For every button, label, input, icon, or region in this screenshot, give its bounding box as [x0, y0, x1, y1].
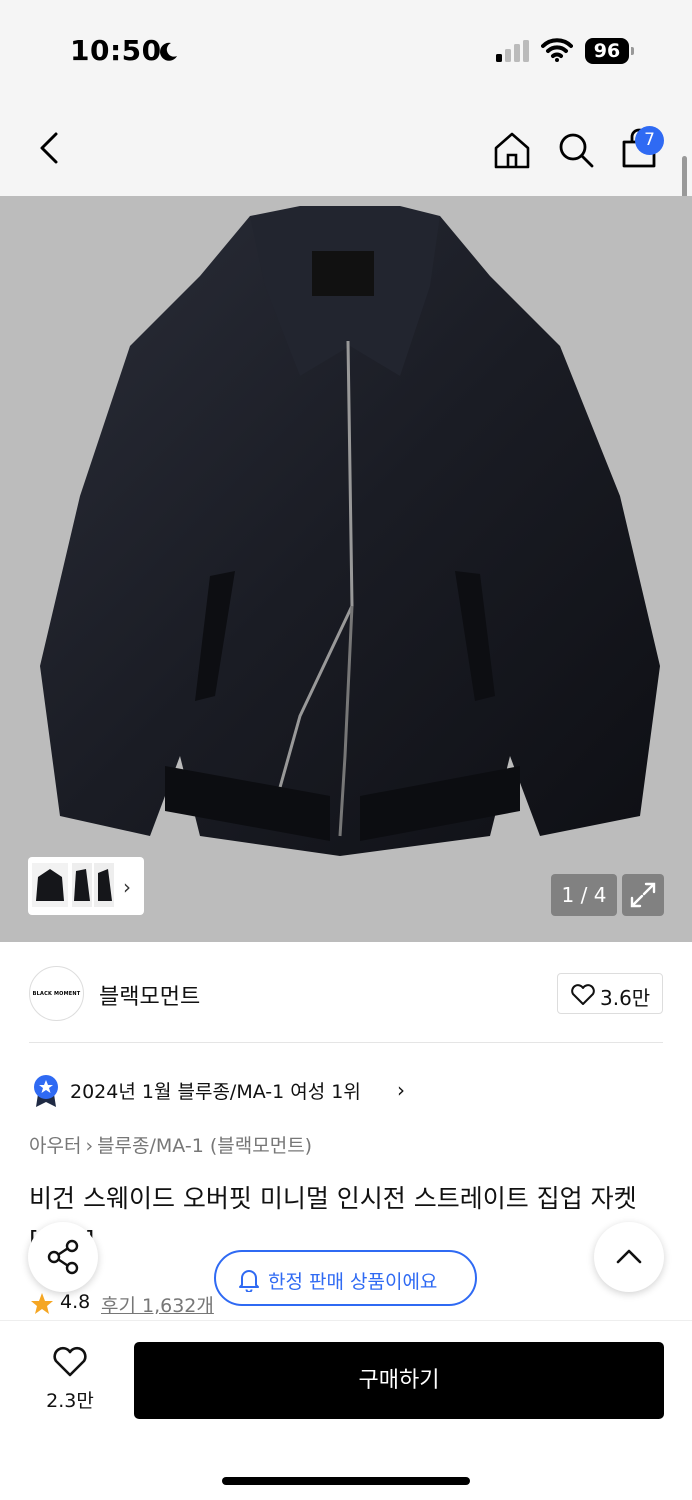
share-button[interactable] — [28, 1222, 98, 1292]
status-time: 10:50 — [70, 34, 162, 67]
expand-image-button[interactable] — [622, 874, 664, 916]
home-icon[interactable] — [492, 130, 532, 170]
chevron-up-icon — [616, 1249, 642, 1264]
brand-like-count: 3.6만 — [600, 986, 651, 1010]
home-indicator — [222, 1477, 470, 1485]
top-nav — [0, 100, 692, 196]
expand-icon — [630, 882, 656, 908]
chevron-right-icon[interactable]: › — [397, 1078, 405, 1102]
ranking-link[interactable]: 2024년 1월 블루종/MA-1 여성 1위 — [70, 1077, 361, 1104]
breadcrumb-sub-category[interactable]: 블루종/MA-1 (블랙모먼트) — [97, 1135, 312, 1157]
image-counter: 1 / 4 — [551, 874, 617, 916]
cart-count-badge: 7 — [635, 126, 664, 155]
scroll-to-top-button[interactable] — [594, 1222, 664, 1292]
star-icon — [31, 1293, 53, 1314]
limited-sale-text: 한정 판매 상품이에요 — [268, 1271, 438, 1293]
wifi-icon — [541, 38, 573, 62]
breadcrumb-separator-icon: › — [85, 1135, 94, 1157]
breadcrumb: 아우터 › 블루종/MA-1 (블랙모먼트) — [29, 1131, 312, 1158]
thumbnail-image — [32, 863, 114, 907]
limited-sale-notice[interactable]: 한정 판매 상품이에요 — [214, 1250, 477, 1306]
moon-icon — [160, 42, 177, 61]
product-image[interactable] — [0, 196, 692, 942]
jacket-illustration — [40, 206, 660, 856]
search-icon[interactable] — [556, 130, 596, 170]
status-bar: 10:50 96 — [0, 0, 692, 100]
brand-name[interactable]: 블랙모먼트 — [99, 979, 200, 1011]
divider — [29, 1042, 663, 1043]
cellular-signal-icon — [496, 40, 529, 62]
review-count-link[interactable]: 후기 1,632개 — [101, 1291, 214, 1318]
brand-logo[interactable]: BLACK MOMENT — [29, 966, 84, 1021]
heart-icon — [53, 1346, 87, 1377]
brand-like-button[interactable]: 3.6만 — [557, 973, 663, 1014]
share-icon — [47, 1239, 79, 1275]
buy-button[interactable]: 구매하기 — [134, 1342, 664, 1419]
rating-score: 4.8 — [60, 1291, 91, 1313]
thumbnail-chevron-right-icon: › — [123, 875, 131, 899]
wishlist-button[interactable]: 2.3만 — [30, 1342, 110, 1418]
battery-indicator: 96 — [585, 38, 629, 64]
wishlist-count: 2.3만 — [46, 1390, 94, 1412]
bell-icon — [239, 1270, 259, 1292]
heart-icon — [571, 984, 595, 1005]
battery-tip — [631, 47, 634, 55]
back-arrow-icon[interactable] — [36, 130, 64, 166]
ranking-badge-icon — [34, 1075, 58, 1107]
breadcrumb-category[interactable]: 아우터 — [29, 1135, 81, 1157]
